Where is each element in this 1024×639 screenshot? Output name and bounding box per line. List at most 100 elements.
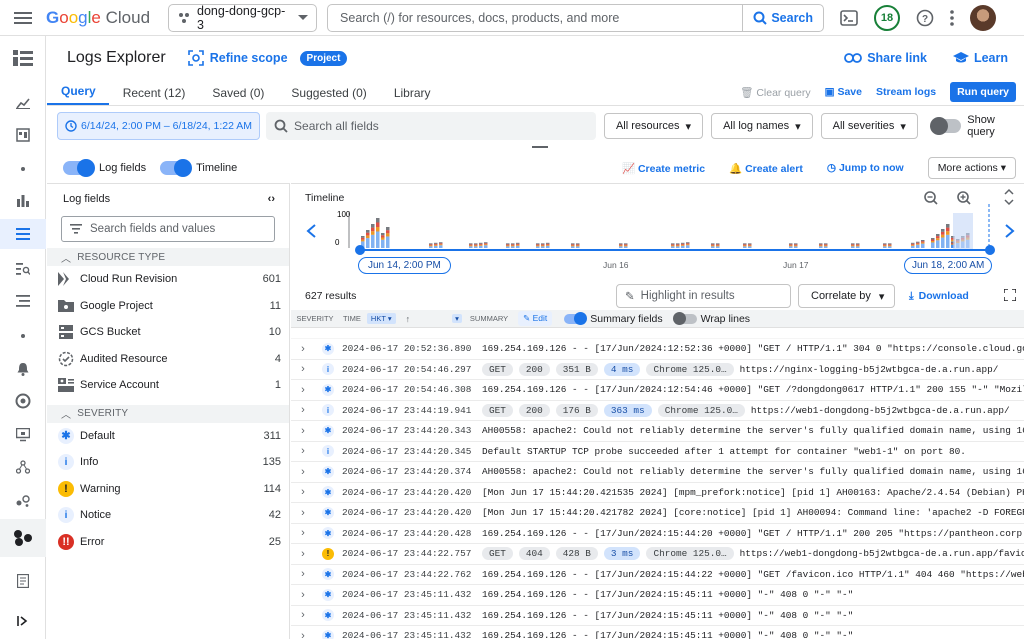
log-row[interactable]: › i 2024-06-17 20:54:46.297 GET 200 351 B 4 ms… bbox=[291, 360, 1024, 380]
resources-dropdown[interactable]: All resources ▾ bbox=[603, 113, 704, 139]
log-row[interactable]: ›! 2024-06-17 23:44:22.757 GET 404 428 B 3 ms… bbox=[291, 544, 1024, 565]
summary-fields-toggle[interactable]: Summary fields bbox=[564, 312, 663, 325]
range-end-label[interactable]: Jun 18, 2:00 AM bbox=[904, 257, 993, 274]
fullscreen-icon[interactable] bbox=[1003, 287, 1017, 304]
notifications-badge[interactable]: 18 bbox=[874, 4, 901, 31]
severity-header[interactable]: ︿ SEVERITY bbox=[47, 404, 289, 423]
resize-handle[interactable] bbox=[532, 146, 548, 148]
summary-chip[interactable]: 176 B bbox=[555, 403, 598, 417]
log-row[interactable]: › ✱ 2024-06-17 23:44:22.762 169.254.169.126… bbox=[291, 565, 1024, 585]
summary-chip[interactable]: 3 ms bbox=[603, 547, 641, 561]
search-fields-input[interactable]: Search fields and values bbox=[61, 216, 275, 242]
expand-row-icon[interactable]: › bbox=[291, 589, 315, 601]
field-google-project[interactable]: Google Project 11 bbox=[47, 293, 289, 320]
severity-column-header[interactable]: SEVERITY bbox=[291, 314, 339, 323]
range-start-label[interactable]: Jun 14, 2:00 PM bbox=[358, 257, 451, 274]
monitor-icon[interactable] bbox=[0, 420, 46, 450]
stream-logs-button[interactable]: Stream logs bbox=[876, 86, 936, 98]
summary-chip[interactable]: GET bbox=[482, 403, 513, 417]
tab-library[interactable]: Library bbox=[380, 86, 444, 105]
cloud-shell-icon[interactable] bbox=[840, 9, 858, 26]
tab-saved[interactable]: Saved (0) bbox=[198, 86, 277, 105]
expand-timeline-icon[interactable] bbox=[1004, 188, 1014, 206]
log-names-dropdown[interactable]: All log names ▾ bbox=[711, 113, 813, 139]
column-menu-icon[interactable]: ▾ bbox=[452, 314, 462, 323]
severities-dropdown[interactable]: All severities ▾ bbox=[820, 113, 918, 139]
expand-row-icon[interactable]: › bbox=[291, 527, 315, 539]
resource-type-header[interactable]: ︿ RESOURCE TYPE bbox=[47, 248, 289, 266]
expand-row-icon[interactable]: › bbox=[291, 384, 315, 396]
help-icon[interactable]: ? bbox=[916, 9, 934, 27]
log-row[interactable]: › i 2024-06-17 23:44:20.345 Default STARTUP… bbox=[291, 442, 1024, 462]
log-row[interactable]: › ✱ 2024-06-17 20:52:36.890 169.254.169.126… bbox=[291, 339, 1024, 360]
summary-chip[interactable]: Chrome 125.0… bbox=[646, 547, 734, 561]
toggle-switch[interactable] bbox=[672, 312, 697, 325]
google-cloud-logo[interactable]: Google Cloud bbox=[46, 8, 150, 28]
learn-button[interactable]: Learn bbox=[952, 51, 1008, 65]
dot-icon[interactable] bbox=[0, 154, 46, 184]
summary-chip[interactable]: 351 B bbox=[555, 362, 598, 376]
expand-row-icon[interactable]: › bbox=[291, 445, 315, 457]
range-end-handle[interactable] bbox=[985, 245, 995, 255]
refine-scope-button[interactable]: Refine scope Project bbox=[187, 50, 348, 66]
expand-row-icon[interactable]: › bbox=[291, 404, 315, 416]
expand-row-icon[interactable]: › bbox=[291, 425, 315, 437]
timeline-toggle[interactable]: Timeline bbox=[160, 159, 237, 177]
expand-row-icon[interactable]: › bbox=[291, 548, 315, 560]
summary-chip[interactable]: GET bbox=[482, 547, 513, 561]
expand-row-icon[interactable]: › bbox=[291, 507, 315, 519]
field-severity-notice[interactable]: i Notice 42 bbox=[47, 502, 289, 529]
logging-product-icon[interactable] bbox=[0, 44, 46, 74]
sort-icon[interactable]: ↑ bbox=[406, 314, 411, 324]
topology-icon[interactable] bbox=[0, 452, 46, 482]
tab-query[interactable]: Query bbox=[47, 84, 109, 105]
log-row[interactable]: › ✱ 2024-06-17 23:44:20.374 AH00558: apache… bbox=[291, 462, 1024, 483]
log-row[interactable]: › ✱ 2024-06-17 23:45:11.432 169.254.169.126… bbox=[291, 585, 1024, 606]
integrations-icon[interactable] bbox=[0, 486, 46, 516]
summary-chip[interactable]: 200 bbox=[518, 403, 550, 417]
tab-recent[interactable]: Recent (12) bbox=[109, 86, 199, 105]
search-button[interactable]: Search bbox=[742, 4, 823, 31]
field-gcs-bucket[interactable]: GCS Bucket 10 bbox=[47, 319, 289, 346]
summary-chip[interactable]: 363 ms bbox=[603, 403, 652, 417]
summary-chip[interactable]: 404 bbox=[518, 547, 550, 561]
log-analytics-icon[interactable] bbox=[0, 186, 46, 216]
timeline-next-icon[interactable] bbox=[1005, 224, 1015, 238]
log-row[interactable]: › ✱ 2024-06-17 23:45:11.432 169.254.169.126… bbox=[291, 626, 1024, 639]
create-metric-button[interactable]: 📈 Create metric bbox=[622, 162, 705, 175]
zoom-out-icon[interactable] bbox=[924, 191, 938, 205]
more-vert-icon[interactable] bbox=[950, 9, 954, 26]
timeline-prev-icon[interactable] bbox=[306, 224, 316, 238]
summary-chip[interactable]: Chrome 125.0… bbox=[657, 403, 745, 417]
edit-summary-button[interactable]: ✎ Edit bbox=[518, 311, 553, 326]
logs-explorer-icon[interactable] bbox=[0, 219, 46, 249]
range-start-handle[interactable] bbox=[355, 245, 365, 255]
avatar[interactable] bbox=[970, 4, 997, 31]
download-button[interactable]: ⤓ Download bbox=[909, 290, 969, 303]
log-fields-toggle[interactable]: Log fields bbox=[63, 159, 146, 177]
summary-chip[interactable]: Chrome 125.0… bbox=[646, 362, 734, 376]
search-input[interactable]: Search (/) for resources, docs, products… bbox=[328, 11, 742, 25]
timezone-select[interactable]: HKT ▾ bbox=[366, 313, 396, 324]
summary-chip[interactable]: 4 ms bbox=[603, 362, 641, 376]
highlight-input[interactable]: ✎ Highlight in results bbox=[616, 284, 791, 308]
log-search-icon[interactable] bbox=[0, 254, 46, 284]
field-severity-warning[interactable]: ! Warning 114 bbox=[47, 476, 289, 503]
toggle-switch[interactable] bbox=[929, 117, 962, 135]
product-switcher-icon[interactable] bbox=[0, 519, 46, 557]
summary-chip[interactable]: 428 B bbox=[555, 547, 598, 561]
log-row[interactable]: › ✱ 2024-06-17 23:45:11.432 169.254.169.126… bbox=[291, 606, 1024, 626]
field-severity-default[interactable]: ✱ Default 311 bbox=[47, 423, 289, 450]
correlate-by-dropdown[interactable]: Correlate by ▾ bbox=[798, 284, 895, 308]
create-alert-button[interactable]: 🔔 Create alert bbox=[729, 162, 803, 175]
expand-row-icon[interactable]: › bbox=[291, 486, 315, 498]
expand-row-icon[interactable]: › bbox=[291, 630, 315, 639]
summary-chip[interactable]: 200 bbox=[518, 362, 550, 376]
security-icon[interactable] bbox=[0, 386, 46, 416]
jump-to-now-button[interactable]: ◷ Jump to now bbox=[827, 162, 904, 174]
run-query-button[interactable]: Run query bbox=[950, 82, 1016, 102]
dashboard-icon[interactable] bbox=[0, 88, 46, 118]
tab-suggested[interactable]: Suggested (0) bbox=[277, 86, 379, 105]
toggle-switch[interactable] bbox=[564, 312, 588, 325]
dot-icon-2[interactable] bbox=[0, 321, 46, 351]
